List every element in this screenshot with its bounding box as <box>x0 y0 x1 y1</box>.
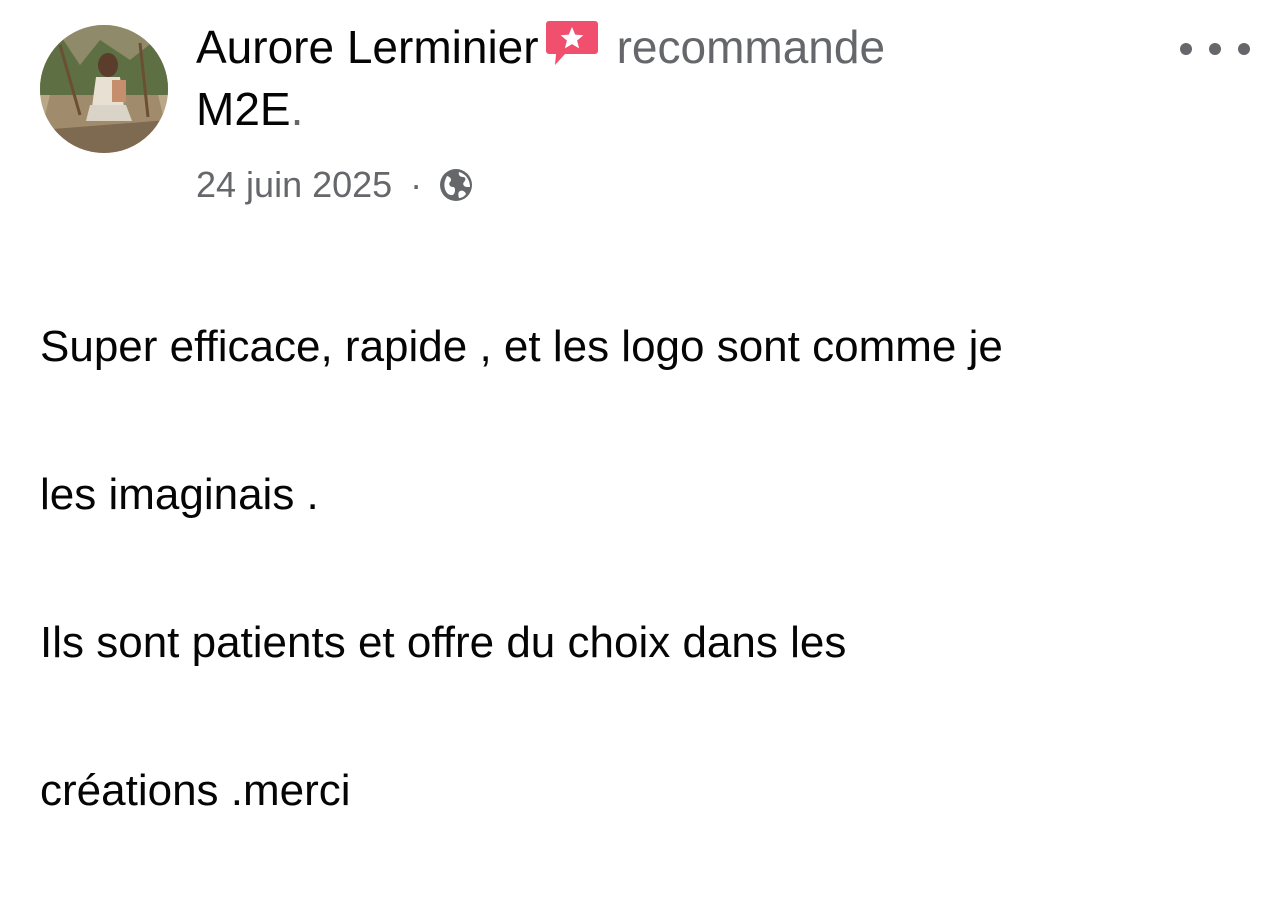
post-meta: 24 juin 2025 · <box>196 162 474 208</box>
more-dot <box>1180 43 1192 55</box>
post-date[interactable]: 24 juin 2025 <box>196 162 392 208</box>
recommend-star-icon <box>545 19 599 67</box>
recommendation-verb: recommande <box>616 21 886 73</box>
more-dot <box>1209 43 1221 55</box>
recommended-page-name[interactable]: M2E <box>196 83 291 135</box>
more-options-icon[interactable] <box>1180 34 1250 64</box>
author-name[interactable]: Aurore Lerminier <box>196 21 539 73</box>
meta-separator: · <box>410 164 423 205</box>
post-text-line: Ils sont patients et offre du choix dans… <box>40 618 847 667</box>
post-text-line: créations .merci <box>40 766 351 815</box>
review-post: Aurore Lerminier recommande M2E. 24 juin … <box>0 0 1280 815</box>
author-avatar[interactable] <box>40 25 168 153</box>
avatar-photo <box>40 25 168 153</box>
post-body: Super efficace, rapide , et les logo son… <box>40 236 1260 902</box>
post-text-line: Super efficace, rapide , et les logo son… <box>40 322 1003 371</box>
globe-icon[interactable] <box>438 167 474 203</box>
more-dot <box>1238 43 1250 55</box>
header-period: . <box>290 83 304 135</box>
post-header: Aurore Lerminier recommande M2E. <box>196 16 1156 140</box>
